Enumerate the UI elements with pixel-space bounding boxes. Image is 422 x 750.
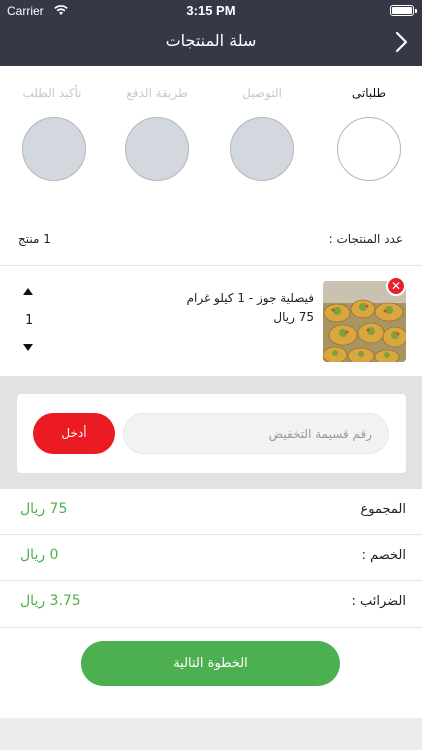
summary-value: 3.75 ريال [20,593,81,609]
next-step-button[interactable]: الخطوة التالية [81,641,340,686]
step-circle-confirm[interactable] [22,117,86,181]
battery-icon [390,5,417,16]
coupon-section: أدخل [0,376,422,489]
coupon-card: أدخل [17,394,406,473]
product-name: فيصلية جوز - 1 كيلو غرام [186,291,314,305]
summary-value: 0 ريال [20,547,59,563]
summary-label: الضرائب : [351,594,406,609]
step-label-payment: طريقة الدفع [126,86,188,100]
summary-label: الخصم : [361,548,406,563]
products-count-label: عدد المنتجات : [328,232,403,246]
clock: 3:15 PM [186,3,236,18]
status-bar: Carrier 3:15 PM [0,0,422,22]
step-circle-delivery[interactable] [230,117,294,181]
triangle-down-icon[interactable] [23,344,33,351]
summary-row-total: المجموع 75 ريال [0,489,422,534]
triangle-up-icon[interactable] [23,288,33,295]
summary-label: المجموع [360,502,406,517]
products-count-value: 1 منتج [18,232,51,246]
cart-item: فيصلية جوز - 1 كيلو غرام 75 ريال 1 [0,266,422,376]
step-circle-payment[interactable] [125,117,189,181]
coupon-input[interactable] [123,413,389,454]
step-circle-orders[interactable] [337,117,401,181]
apply-coupon-button[interactable]: أدخل [33,413,115,454]
step-label-confirm: تأكيد الطلب [22,86,82,100]
app-header: Carrier 3:15 PM سلة المنتجات [0,0,422,66]
summary-value: 75 ريال [20,501,68,517]
summary-row-discount: الخصم : 0 ريال [0,535,422,580]
page-title: سلة المنتجات [165,31,257,50]
products-count-row: عدد المنتجات : 1 منتج [0,225,422,255]
summary-row-taxes: الضرائب : 3.75 ريال [0,581,422,626]
close-icon[interactable]: ✕ [386,276,406,296]
quantity-value: 1 [25,313,34,328]
footer: الخطوة التالية [0,628,422,718]
product-price: 75 ريال [273,310,314,324]
step-label-delivery: التوصيل [242,86,282,100]
bottom-band [0,718,422,750]
chevron-right-icon[interactable] [392,31,410,53]
step-label-orders: طلباتى [351,86,387,100]
checkout-steps: طلباتى التوصيل طريقة الدفع تأكيد الطلب [0,66,422,216]
quantity-stepper[interactable]: 1 [14,283,44,361]
